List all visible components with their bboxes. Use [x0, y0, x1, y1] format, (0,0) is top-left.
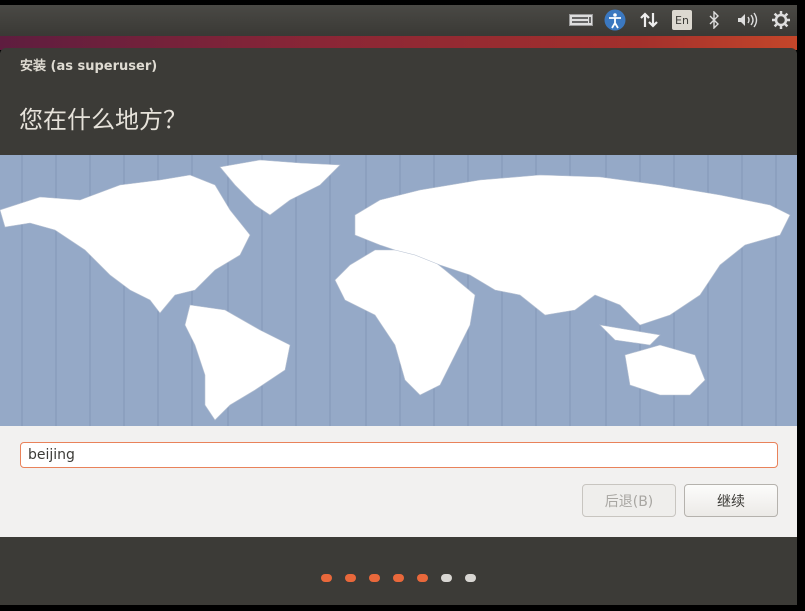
progress-dot [465, 574, 476, 582]
progress-dot [417, 574, 428, 582]
location-input[interactable] [20, 442, 778, 468]
continue-button[interactable]: 继续 [684, 484, 778, 517]
progress-dots [321, 574, 476, 582]
page-title: 您在什么地方？ [19, 106, 187, 134]
progress-dot [393, 574, 404, 582]
volume-icon[interactable] [736, 10, 760, 30]
bluetooth-icon[interactable] [704, 10, 724, 30]
accessibility-icon[interactable] [604, 9, 626, 31]
progress-dot [369, 574, 380, 582]
progress-dot [321, 574, 332, 582]
progress-dot [441, 574, 452, 582]
back-button[interactable]: 后退(B) [582, 484, 676, 517]
power-gear-icon[interactable] [770, 10, 792, 30]
location-panel: 后退(B) 继续 [0, 426, 797, 537]
window-title: 安装 (as superuser) [20, 59, 158, 74]
network-icon[interactable] [638, 10, 660, 30]
top-panel: En [0, 5, 797, 36]
timezone-map[interactable] [0, 155, 797, 426]
keyboard-icon[interactable] [568, 10, 594, 30]
language-indicator[interactable]: En [672, 10, 692, 30]
progress-dot [345, 574, 356, 582]
installer-window: 安装 (as superuser) 您在什么地方？ 后退(B) 继续 [0, 48, 797, 605]
